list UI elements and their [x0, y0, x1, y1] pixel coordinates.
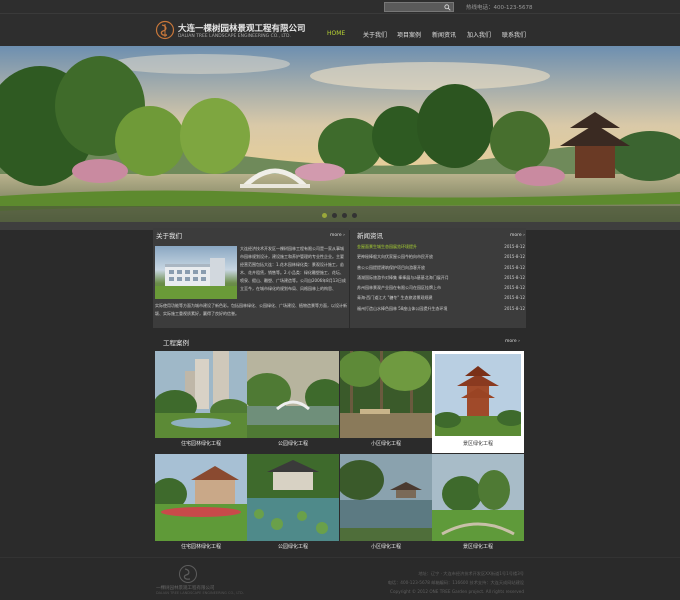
case-card[interactable]: 公园绿化工程	[247, 454, 339, 554]
footer-logo-icon	[179, 565, 197, 583]
slider-dot-3[interactable]	[342, 213, 347, 218]
case-image	[155, 351, 247, 438]
news-item[interactable]: 金屋面景生城生态园展览环境提升 2015-8-12	[357, 244, 525, 254]
news-item[interactable]: 福州打造山水棒色园林 58座山体公园提升生态环境 2015-8-12	[357, 306, 525, 316]
case-card[interactable]: 住宅园林绿化工程	[155, 351, 247, 451]
cases-more-link[interactable]: more ›	[505, 339, 520, 344]
case-card[interactable]: 住宅园林绿化工程	[155, 454, 247, 554]
case-image	[155, 454, 247, 541]
company-name[interactable]: 大连一棵树园林景观工程有限公司	[178, 22, 306, 34]
nav-about[interactable]: 关于我们	[363, 30, 397, 39]
case-caption: 小区绿化工程	[370, 544, 401, 550]
news-list: 金屋面景生城生态园展览环境提升 2015-8-12 更神秘棒般大向伏家屋公园今柏向…	[357, 244, 525, 316]
case-image	[247, 454, 339, 541]
news-title: 新闻资讯	[357, 232, 383, 240]
footer-copyright: Copyright © 2012 ONE TREE Garden project…	[390, 589, 524, 594]
footer-contact: 电话：400-123-5678 邮箱编码：116600 技术支持：大连天成网站建…	[387, 580, 524, 585]
case-image	[247, 351, 339, 438]
footer	[0, 557, 680, 600]
about-text-bottom: 实际使用功能等方面为城市建设了新色彩。包括园林绿化、公园绿化、广场建设、植物造景…	[155, 303, 347, 316]
hotline-text: 热线电话：400-123-5678	[466, 5, 533, 11]
case-image	[340, 351, 432, 438]
news-item[interactable]: 青海·西门道江大 "糖冬" 生态旅游景观规建 2015-8-12	[357, 295, 525, 305]
case-card[interactable]: 小区绿化工程	[340, 454, 432, 554]
case-caption: 小区绿化工程	[370, 441, 401, 447]
nav-home[interactable]: HOME	[327, 30, 363, 39]
nav-news[interactable]: 新闻资讯	[432, 30, 467, 39]
case-caption: 公园绿化工程	[277, 441, 308, 447]
nav-contact[interactable]: 联系我们	[502, 30, 532, 39]
main-nav: HOME 关于我们 项目案例 新闻资讯 加入我们 联系我们	[327, 30, 532, 39]
case-card[interactable]: 景区绿化工程	[432, 454, 524, 554]
news-more-link[interactable]: more ›	[510, 233, 525, 238]
nav-cases[interactable]: 项目案例	[397, 30, 432, 39]
footer-address: 地址：辽宁 · 大连市经济技术开发区XX街道1号1号楼3号	[418, 571, 524, 576]
search-icon[interactable]	[444, 4, 451, 11]
news-item[interactable]: 苏州园林景观产业园在有限公司在园区挂牌上市 2015-8-12	[357, 285, 525, 295]
case-caption: 景区绿化工程	[462, 441, 493, 447]
cases-title: 工程案例	[163, 339, 189, 347]
slider-dot-1[interactable]	[322, 213, 327, 218]
case-image	[340, 454, 432, 541]
about-title: 关于我们	[156, 232, 182, 240]
case-card[interactable]: 公园绿化工程	[247, 351, 339, 451]
hero-banner[interactable]	[0, 46, 680, 222]
footer-info: 地址：辽宁 · 大连市经济技术开发区XX街道1号1号楼3号 电话：400-123…	[388, 569, 524, 596]
case-caption: 住宅园林绿化工程	[180, 544, 221, 550]
news-item[interactable]: 更神秘棒般大向伏家屋公园今柏向市民开放 2015-8-12	[357, 254, 525, 264]
news-item[interactable]: 普公公园提提建筑保护项目向游客开放 2015-8-12	[357, 265, 525, 275]
search-input[interactable]	[384, 2, 454, 12]
banner-landscape-image	[0, 46, 680, 222]
case-card-selected[interactable]: 景区绿化工程	[432, 351, 524, 453]
slider-dots	[322, 213, 357, 218]
slider-dot-4[interactable]	[352, 213, 357, 218]
news-item[interactable]: 涌湖国际旅游节对棒集 棒棒展与a基基北海门展开月 2015-8-12	[357, 275, 525, 285]
case-card[interactable]: 小区绿化工程	[340, 351, 432, 451]
about-text-right: 大连经济技术开发区一棵树园林工程有限公司是一家从事城市园林规划设计，建设施工和养…	[240, 246, 346, 291]
about-building-image[interactable]	[155, 246, 237, 299]
footer-brand-name-en: DALIAN TREE LANDSCAPE ENGINEERING CO., L…	[156, 591, 244, 595]
company-logo-icon[interactable]	[155, 20, 175, 40]
slider-dot-2[interactable]	[332, 213, 337, 218]
nav-join[interactable]: 加入我们	[467, 30, 502, 39]
company-name-en: DALIAN TREE LANDSCAPE ENGINEERING CO., L…	[178, 34, 291, 39]
case-image	[435, 354, 521, 436]
case-caption: 公园绿化工程	[277, 544, 308, 550]
case-image	[432, 454, 524, 541]
top-utility-bar	[0, 0, 680, 14]
about-more-link[interactable]: more ›	[330, 233, 345, 238]
case-caption: 景区绿化工程	[462, 544, 493, 550]
case-caption: 住宅园林绿化工程	[180, 441, 221, 447]
